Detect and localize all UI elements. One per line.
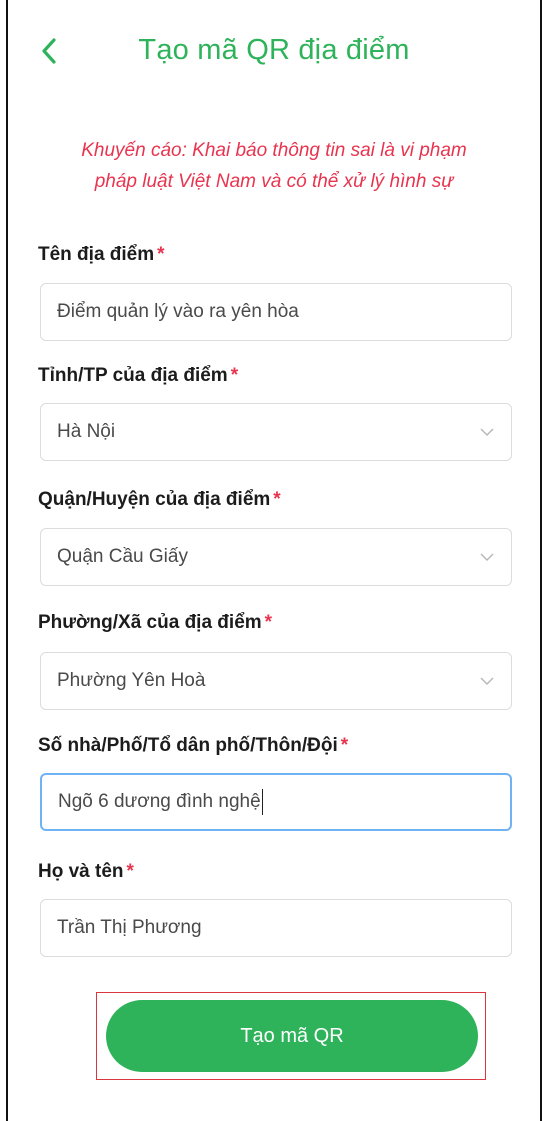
province-label-text: Tỉnh/TP của địa điểm	[38, 365, 228, 386]
province-value: Hà Nội	[57, 421, 116, 442]
district-label: Quận/Huyện của địa điểm *	[38, 489, 281, 511]
ward-value: Phường Yên Hoà	[57, 670, 206, 691]
location-name-input[interactable]: Điểm quản lý vào ra yên hòa	[40, 283, 512, 341]
required-mark: *	[157, 244, 165, 265]
district-label-text: Quận/Huyện của địa điểm	[38, 489, 271, 510]
warning-line-1: Khuyến cáo: Khai báo thông tin sai là vi…	[81, 140, 467, 161]
chevron-down-icon	[480, 677, 494, 685]
text-cursor	[261, 789, 263, 815]
address-value-wrap: Ngõ 6 dương đình nghệ	[58, 789, 494, 815]
full-name-label: Họ và tên *	[38, 861, 134, 883]
required-mark: *	[126, 861, 134, 882]
warning-line-2: pháp luật Việt Nam và có thể xử lý hình …	[94, 171, 454, 192]
location-name-label-text: Tên địa điểm	[38, 244, 155, 265]
address-value: Ngõ 6 dương đình nghệ	[58, 791, 261, 813]
chevron-down-icon	[480, 428, 494, 436]
required-mark: *	[230, 365, 239, 386]
create-qr-button[interactable]: Tạo mã QR	[106, 1000, 478, 1072]
address-label: Số nhà/Phố/Tổ dân phố/Thôn/Đội *	[38, 735, 348, 757]
address-label-text: Số nhà/Phố/Tổ dân phố/Thôn/Đội	[38, 735, 338, 756]
app-screen: Tạo mã QR địa điểm Khuyến cáo: Khai báo …	[6, 0, 542, 1121]
ward-select[interactable]: Phường Yên Hoà	[40, 652, 512, 710]
required-mark: *	[340, 735, 349, 756]
province-label: Tỉnh/TP của địa điểm *	[38, 365, 238, 387]
header: Tạo mã QR địa điểm	[8, 20, 540, 86]
location-name-value: Điểm quản lý vào ra yên hòa	[57, 301, 299, 322]
ward-label-text: Phường/Xã của địa điểm	[38, 612, 262, 633]
ward-label: Phường/Xã của địa điểm *	[38, 612, 272, 634]
full-name-label-text: Họ và tên	[38, 861, 124, 882]
legal-warning: Khuyến cáo: Khai báo thông tin sai là vi…	[48, 135, 500, 197]
district-select[interactable]: Quận Cầu Giấy	[40, 528, 512, 586]
address-input[interactable]: Ngõ 6 dương đình nghệ	[40, 773, 512, 831]
required-mark: *	[273, 489, 281, 510]
chevron-down-icon	[480, 553, 494, 561]
location-name-label: Tên địa điểm *	[38, 244, 165, 266]
province-select[interactable]: Hà Nội	[40, 403, 512, 461]
page-title: Tạo mã QR địa điểm	[138, 34, 410, 66]
district-value: Quận Cầu Giấy	[57, 546, 188, 567]
full-name-value: Trần Thị Phương	[57, 917, 202, 938]
required-mark: *	[264, 612, 273, 633]
full-name-input[interactable]: Trần Thị Phương	[40, 899, 512, 957]
